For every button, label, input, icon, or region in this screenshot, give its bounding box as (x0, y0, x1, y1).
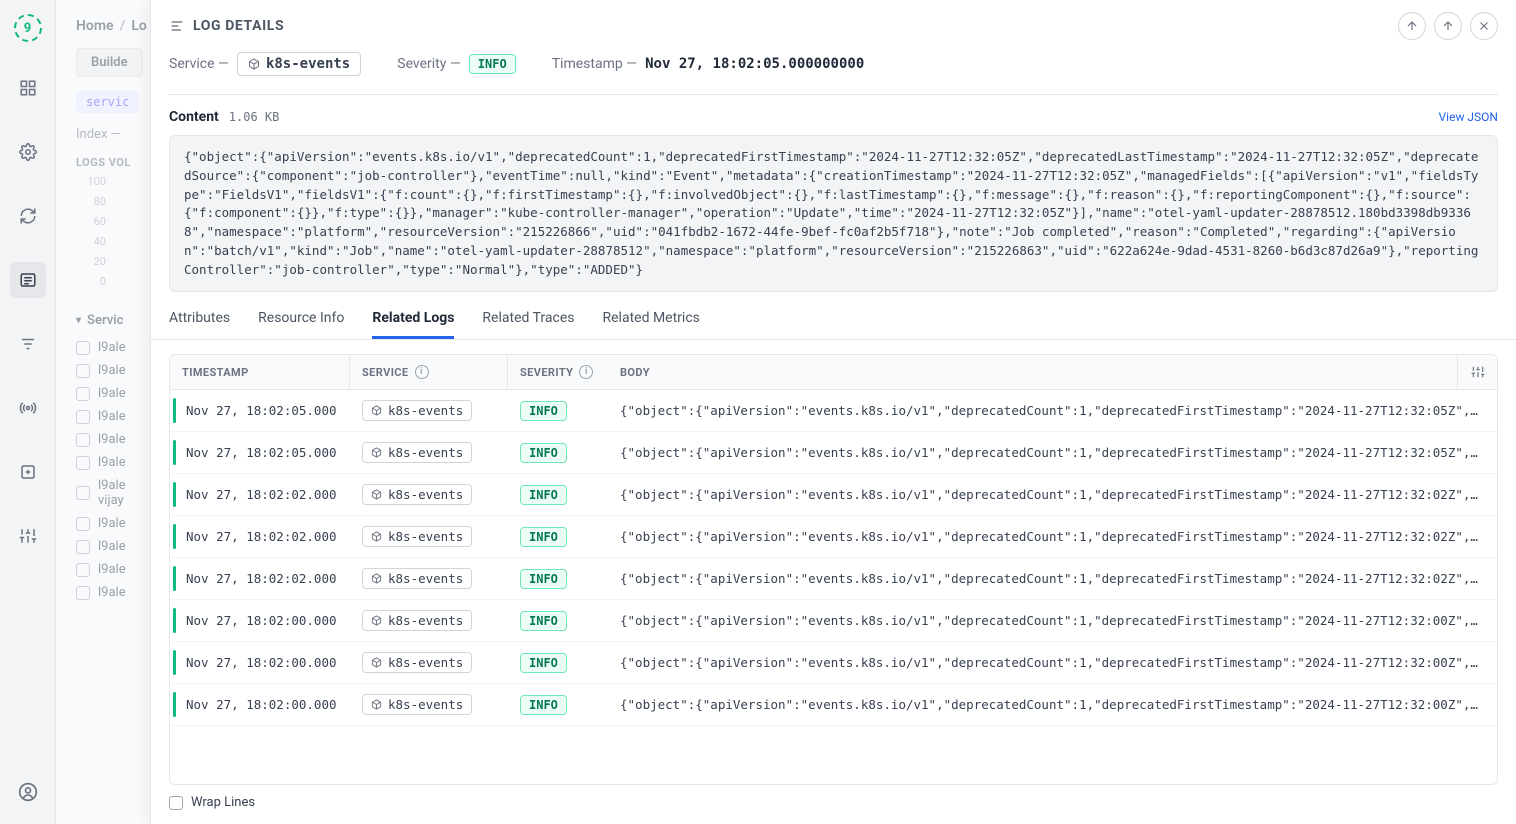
severity-label: Severity — (397, 56, 461, 72)
table-row[interactable]: Nov 27, 18:02:00.000 k8s-events INFO {"o… (170, 642, 1497, 684)
nav-settings-icon[interactable] (10, 134, 46, 170)
cube-icon (371, 531, 382, 542)
sliders-icon (1471, 365, 1485, 379)
nav-dashboard-icon[interactable] (10, 70, 46, 106)
cell-severity: INFO (508, 433, 608, 473)
tab-resource-info[interactable]: Resource Info (258, 310, 344, 339)
cell-body: {"object":{"apiVersion":"events.k8s.io/v… (608, 561, 1497, 596)
tab-related-logs[interactable]: Related Logs (372, 310, 454, 339)
prev-log-button[interactable] (1398, 12, 1426, 40)
service-tag[interactable]: k8s-events (362, 610, 472, 631)
table-settings-button[interactable] (1457, 355, 1497, 389)
nav-radio-icon[interactable] (10, 390, 46, 426)
drawer-title: LOG DETAILS (169, 18, 284, 34)
cell-severity: INFO (508, 685, 608, 725)
info-icon: i (579, 365, 593, 379)
service-tag[interactable]: k8s-events (362, 526, 472, 547)
close-button[interactable] (1470, 12, 1498, 40)
cell-service: k8s-events (350, 474, 508, 515)
tab-related-metrics[interactable]: Related Metrics (603, 310, 700, 339)
service-tag[interactable]: k8s-events (362, 442, 472, 463)
cell-severity: INFO (508, 517, 608, 557)
table-row[interactable]: Nov 27, 18:02:02.000 k8s-events INFO {"o… (170, 516, 1497, 558)
cell-service: k8s-events (350, 516, 508, 557)
tab-attributes[interactable]: Attributes (169, 310, 230, 339)
table-row[interactable]: Nov 27, 18:02:00.000 k8s-events INFO {"o… (170, 684, 1497, 726)
cube-icon (371, 657, 382, 668)
info-icon: i (415, 365, 429, 379)
service-tag[interactable]: k8s-events (362, 484, 472, 505)
content-size: 1.06 KB (229, 110, 280, 124)
table-row[interactable]: Nov 27, 18:02:00.000 k8s-events INFO {"o… (170, 600, 1497, 642)
column-header-timestamp[interactable]: TIMESTAMP (170, 356, 350, 389)
nav-refresh-icon[interactable] (10, 198, 46, 234)
wrap-lines-label: Wrap Lines (191, 795, 255, 810)
cell-timestamp: Nov 27, 18:02:02.000 (170, 519, 350, 554)
cell-severity: INFO (508, 475, 608, 515)
cell-body: {"object":{"apiVersion":"events.k8s.io/v… (608, 435, 1497, 470)
nav-logs-icon[interactable] (10, 262, 46, 298)
cell-service: k8s-events (350, 390, 508, 431)
cell-service: k8s-events (350, 684, 508, 725)
cell-severity: INFO (508, 391, 608, 431)
column-header-severity[interactable]: SEVERITYi (508, 355, 608, 389)
cell-severity: INFO (508, 601, 608, 641)
cube-icon (371, 615, 382, 626)
cell-timestamp: Nov 27, 18:02:00.000 (170, 603, 350, 638)
service-tag[interactable]: k8s-events (362, 652, 472, 673)
table-row[interactable]: Nov 27, 18:02:05.000 k8s-events INFO {"o… (170, 432, 1497, 474)
cube-icon (248, 58, 260, 70)
cell-body: {"object":{"apiVersion":"events.k8s.io/v… (608, 687, 1497, 722)
cube-icon (371, 699, 382, 710)
cube-icon (371, 489, 382, 500)
service-label: Service — (169, 56, 229, 72)
cube-icon (371, 573, 382, 584)
severity-badge: INFO (469, 54, 516, 74)
next-log-button[interactable] (1434, 12, 1462, 40)
cell-timestamp: Nov 27, 18:02:00.000 (170, 645, 350, 680)
cell-body: {"object":{"apiVersion":"events.k8s.io/v… (608, 645, 1497, 680)
service-badge[interactable]: k8s-events (237, 52, 361, 76)
service-tag[interactable]: k8s-events (362, 694, 472, 715)
timestamp-value: Nov 27, 18:02:05.000000000 (645, 56, 864, 72)
cube-icon (371, 447, 382, 458)
nav-filter-icon[interactable] (10, 326, 46, 362)
table-row[interactable]: Nov 27, 18:02:02.000 k8s-events INFO {"o… (170, 474, 1497, 516)
cell-body: {"object":{"apiVersion":"events.k8s.io/v… (608, 519, 1497, 554)
nav-user-icon[interactable] (10, 774, 46, 810)
cell-timestamp: Nov 27, 18:02:05.000 (170, 435, 350, 470)
cell-timestamp: Nov 27, 18:02:05.000 (170, 393, 350, 428)
nav-archive-icon[interactable] (10, 454, 46, 490)
cell-timestamp: Nov 27, 18:02:00.000 (170, 687, 350, 722)
cell-service: k8s-events (350, 558, 508, 599)
cube-icon (371, 405, 382, 416)
service-tag[interactable]: k8s-events (362, 400, 472, 421)
wrap-lines-checkbox[interactable] (169, 796, 183, 810)
table-row[interactable]: Nov 27, 18:02:02.000 k8s-events INFO {"o… (170, 558, 1497, 600)
cell-timestamp: Nov 27, 18:02:02.000 (170, 477, 350, 512)
cell-service: k8s-events (350, 432, 508, 473)
app-logo[interactable]: 9 (14, 14, 42, 42)
cell-severity: INFO (508, 643, 608, 683)
cell-body: {"object":{"apiVersion":"events.k8s.io/v… (608, 603, 1497, 638)
service-tag[interactable]: k8s-events (362, 568, 472, 589)
timestamp-label: Timestamp — (552, 56, 637, 72)
column-header-body[interactable]: BODY (608, 356, 1457, 389)
table-row[interactable]: Nov 27, 18:02:05.000 k8s-events INFO {"o… (170, 390, 1497, 432)
cell-severity: INFO (508, 559, 608, 599)
content-label: Content (169, 109, 219, 125)
view-json-link[interactable]: View JSON (1439, 110, 1498, 124)
column-header-service[interactable]: SERVICEi (350, 355, 508, 389)
cell-body: {"object":{"apiVersion":"events.k8s.io/v… (608, 393, 1497, 428)
nav-sliders-icon[interactable] (10, 518, 46, 554)
cell-service: k8s-events (350, 600, 508, 641)
log-details-icon (169, 18, 185, 34)
tab-related-traces[interactable]: Related Traces (482, 310, 574, 339)
cell-body: {"object":{"apiVersion":"events.k8s.io/v… (608, 477, 1497, 512)
cell-timestamp: Nov 27, 18:02:02.000 (170, 561, 350, 596)
cell-service: k8s-events (350, 642, 508, 683)
content-body[interactable]: {"object":{"apiVersion":"events.k8s.io/v… (169, 135, 1498, 292)
